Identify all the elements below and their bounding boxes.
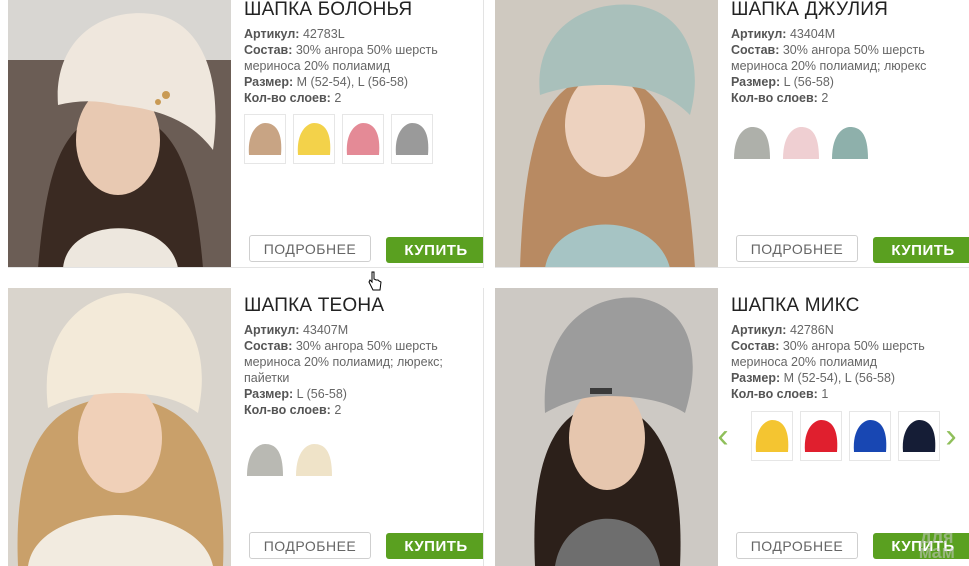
color-swatches (731, 116, 871, 166)
layers-value: 2 (334, 91, 342, 105)
model-image (495, 0, 718, 268)
color-swatches (244, 433, 335, 483)
composition-line-2: мериноса 20% полиамид; люрекс; (244, 355, 443, 369)
article-value: 43407M (302, 323, 349, 337)
buy-button[interactable]: КУПИТЬ (873, 237, 969, 263)
product-card: ШАПКА МИКС Артикул: 42786N Состав: 30% а… (487, 288, 969, 566)
color-swatch[interactable] (898, 411, 940, 461)
composition-line-3: пайетки (244, 371, 290, 385)
product-card: ШАПКА ДЖУЛИЯ Артикул: 43404M Состав: 30%… (487, 0, 969, 278)
color-swatch[interactable] (293, 433, 335, 483)
product-photo[interactable] (495, 0, 718, 268)
details-button[interactable]: ПОДРОБНЕЕ (736, 532, 858, 559)
carousel-next-arrow-icon[interactable]: › (943, 416, 959, 456)
layers-value: 1 (821, 387, 829, 401)
product-title[interactable]: ШАПКА БОЛОНЬЯ (244, 0, 474, 20)
model-image (8, 288, 231, 566)
model-image (495, 288, 718, 566)
article-value: 42783L (302, 27, 345, 41)
card-border (483, 0, 484, 268)
product-specs: Артикул: 43407M Состав: 30% ангора 50% ш… (244, 322, 474, 418)
color-swatches (244, 114, 433, 164)
composition-line-2: мериноса 20% полиамид (244, 59, 391, 73)
color-swatch[interactable] (751, 411, 793, 461)
color-swatches (751, 411, 940, 461)
color-swatch[interactable] (342, 114, 384, 164)
buy-button[interactable]: КУПИТЬ (386, 237, 484, 263)
details-button[interactable]: ПОДРОБНЕЕ (736, 235, 858, 262)
buy-button[interactable]: КУПИТЬ (386, 533, 484, 559)
product-title[interactable]: ШАПКА ТЕОНА (244, 296, 474, 316)
product-specs: Артикул: 42786N Состав: 30% ангора 50% ш… (731, 322, 961, 402)
card-border (483, 288, 484, 566)
product-card: ШАПКА ТЕОНА Артикул: 43407M Состав: 30% … (0, 288, 484, 566)
product-photo[interactable] (495, 288, 718, 566)
color-swatch[interactable] (780, 116, 822, 166)
layers-value: 2 (821, 91, 829, 105)
card-border (8, 267, 484, 268)
hand-cursor-icon (368, 271, 382, 291)
color-swatch[interactable] (829, 116, 871, 166)
article-value: 42786N (789, 323, 834, 337)
size-value: L (56-58) (296, 387, 347, 401)
color-swatch[interactable] (800, 411, 842, 461)
product-specs: Артикул: 42783L Состав: 30% ангора 50% ш… (244, 26, 474, 106)
composition-value: 30% ангора 50% шерсть (782, 339, 925, 353)
product-specs: Артикул: 43404M Состав: 30% ангора 50% ш… (731, 26, 961, 106)
model-image (8, 0, 231, 268)
color-swatch[interactable] (293, 114, 335, 164)
card-border (495, 267, 969, 268)
carousel-prev-arrow-icon[interactable]: ‹ (715, 416, 731, 456)
product-photo[interactable] (8, 0, 231, 268)
article-value: 43404M (789, 27, 836, 41)
layers-value: 2 (334, 403, 342, 417)
size-value: M (52-54), L (56-58) (296, 75, 409, 89)
product-title[interactable]: ШАПКА МИКС (731, 296, 961, 316)
color-swatch[interactable] (391, 114, 433, 164)
composition-value: 30% ангора 50% шерсть (782, 43, 925, 57)
product-card: ШАПКА БОЛОНЬЯ Артикул: 42783L Состав: 30… (0, 0, 484, 278)
size-value: L (56-58) (783, 75, 834, 89)
color-swatch[interactable] (244, 114, 286, 164)
details-button[interactable]: ПОДРОБНЕЕ (249, 532, 371, 559)
composition-line-2: мериноса 20% полиамид; люрекс (731, 59, 927, 73)
product-title[interactable]: ШАПКА ДЖУЛИЯ (731, 0, 961, 20)
size-value: M (52-54), L (56-58) (783, 371, 896, 385)
color-swatch[interactable] (849, 411, 891, 461)
composition-line-2: мериноса 20% полиамид (731, 355, 878, 369)
composition-value: 30% ангора 50% шерсть (295, 43, 438, 57)
composition-value: 30% ангора 50% шерсть (295, 339, 438, 353)
details-button[interactable]: ПОДРОБНЕЕ (249, 235, 371, 262)
color-swatch[interactable] (731, 116, 773, 166)
product-photo[interactable] (8, 288, 231, 566)
watermark: для мам (918, 527, 955, 562)
color-swatch[interactable] (244, 433, 286, 483)
